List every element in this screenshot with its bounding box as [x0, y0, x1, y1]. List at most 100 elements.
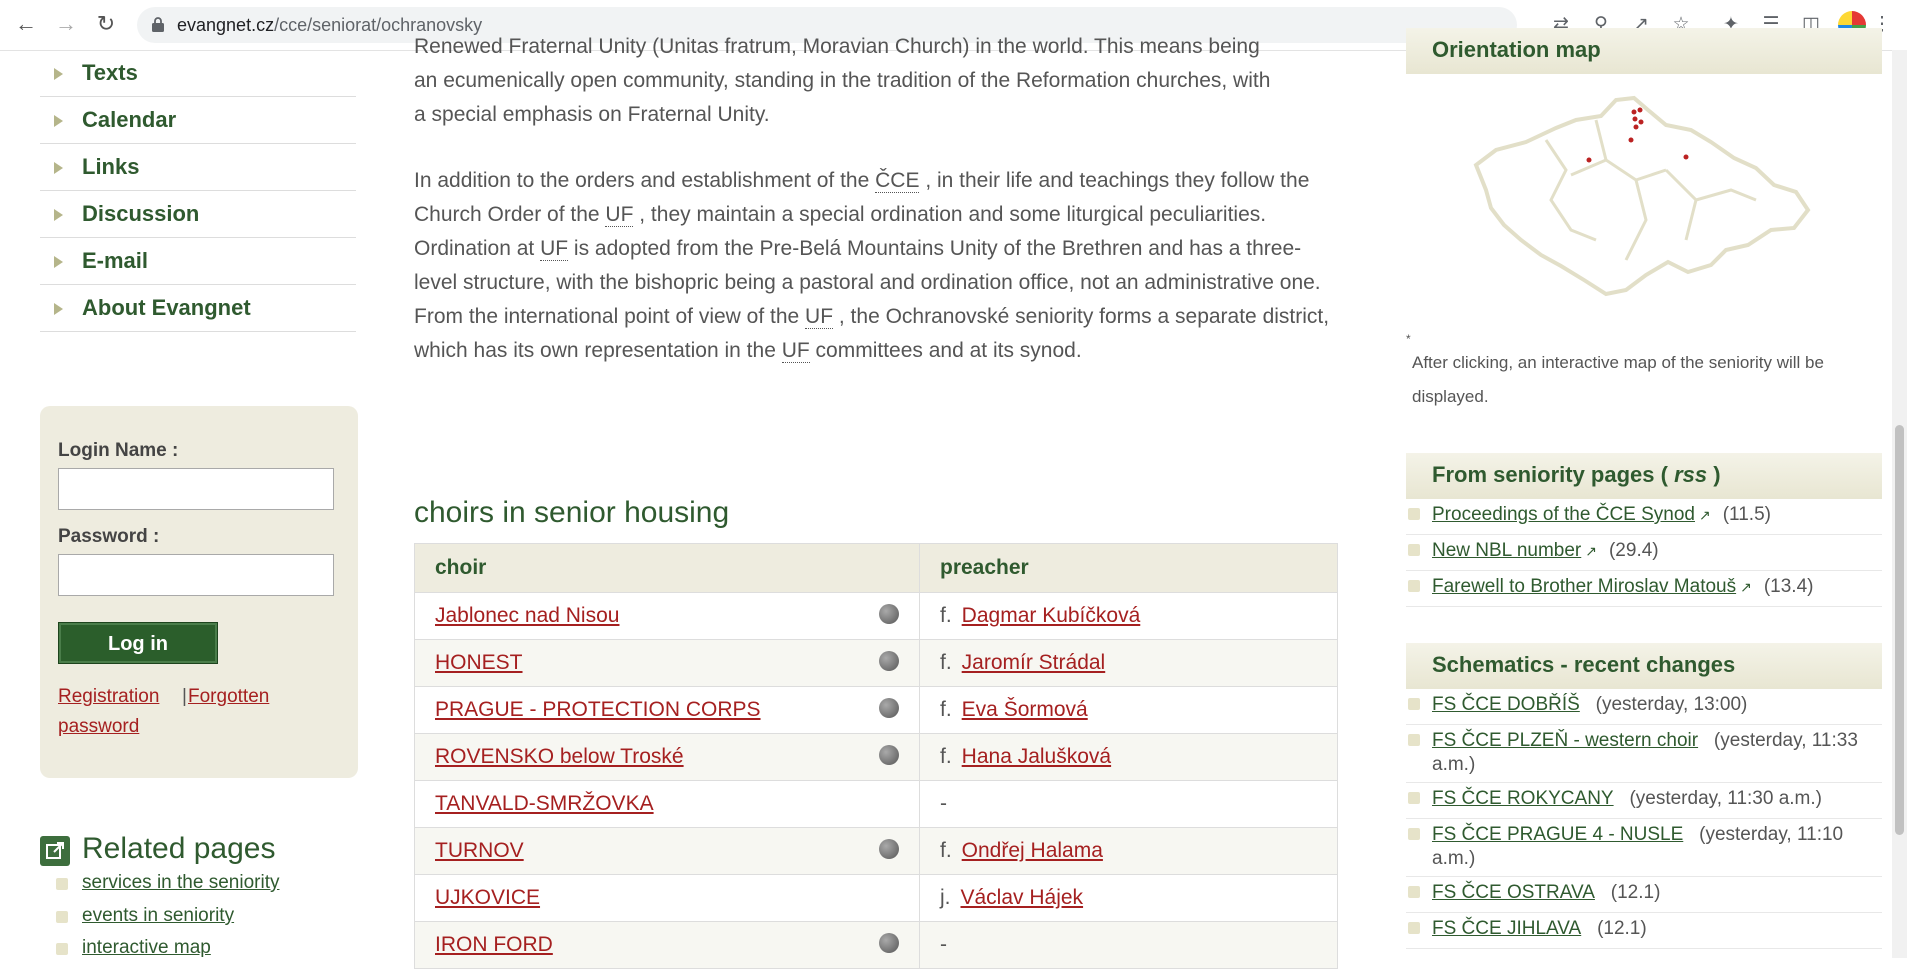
- preacher-link[interactable]: Václav Hájek: [961, 886, 1084, 909]
- abbr-cce: ČCE: [875, 169, 920, 193]
- schematics-header: Schematics - recent changes: [1406, 643, 1882, 689]
- choir-cell: PRAGUE - PROTECTION CORPS: [414, 686, 920, 734]
- link-separator: |: [182, 686, 187, 707]
- forgotten-password-link[interactable]: Forgotten: [188, 686, 269, 708]
- preacher-link[interactable]: Jaromír Strádal: [962, 651, 1106, 674]
- orientation-map[interactable]: [1456, 80, 1826, 300]
- choir-link[interactable]: Jablonec nad Nisou: [435, 604, 619, 627]
- password-label: Password :: [58, 526, 160, 547]
- ordination-paragraph: In addition to the orders and establishm…: [414, 169, 1330, 363]
- table-row: PRAGUE - PROTECTION CORPS f. Eva Šormová: [414, 686, 1338, 734]
- choir-link[interactable]: UJKOVICE: [435, 886, 540, 909]
- page-scrollbar[interactable]: [1892, 50, 1907, 958]
- square-bullet-icon: [1408, 828, 1420, 840]
- choir-cell: TURNOV: [414, 827, 920, 875]
- orientation-map-header: Orientation map: [1406, 28, 1882, 74]
- external-link-icon: ↗: [1699, 507, 1711, 523]
- globe-icon[interactable]: [879, 745, 899, 765]
- rss-link[interactable]: rss: [1674, 462, 1707, 487]
- abbr-uf: UF: [781, 339, 810, 363]
- reload-icon[interactable]: ↻: [92, 10, 120, 38]
- choir-cell: Jablonec nad Nisou: [414, 592, 920, 640]
- square-bullet-icon: [1408, 508, 1420, 520]
- password-input[interactable]: [58, 554, 334, 596]
- square-bullet-icon: [56, 878, 68, 890]
- choir-link[interactable]: PRAGUE - PROTECTION CORPS: [435, 698, 761, 721]
- table-row: TANVALD-SMRŽOVKA -: [414, 780, 1338, 828]
- list-item: FS ČCE ROKYCANY (yesterday, 11:30 a.m.): [1406, 784, 1882, 819]
- preacher-link[interactable]: Ondřej Halama: [962, 839, 1103, 862]
- abbr-uf: UF: [605, 203, 634, 227]
- choir-link[interactable]: ROVENSKO below Troské: [435, 745, 684, 768]
- sidebar-item-discussion[interactable]: Discussion: [40, 191, 356, 238]
- list-item: Farewell to Brother Miroslav Matouš ↗ (13.…: [1406, 572, 1882, 607]
- preacher-cell: f. Jaromír Strádal: [919, 639, 1338, 687]
- map-note: After clicking, an interactive map of th…: [1412, 353, 1824, 406]
- external-link-icon: [40, 836, 70, 866]
- abbr-uf: UF: [540, 237, 569, 261]
- choir-link[interactable]: TANVALD-SMRŽOVKA: [435, 792, 654, 815]
- table-row: TURNOV f. Ondřej Halama: [414, 827, 1338, 875]
- triangle-bullet-icon: [54, 115, 63, 127]
- globe-icon[interactable]: [879, 698, 899, 718]
- globe-icon[interactable]: [879, 839, 899, 859]
- triangle-bullet-icon: [54, 162, 63, 174]
- choir-cell: ROVENSKO below Troské: [414, 733, 920, 781]
- login-button[interactable]: Log in: [58, 622, 218, 664]
- square-bullet-icon: [1408, 698, 1420, 710]
- preacher-cell: f. Ondřej Halama: [919, 827, 1338, 875]
- forgotten-password-link-2[interactable]: password: [58, 716, 139, 738]
- square-bullet-icon: [56, 943, 68, 955]
- sidebar-item-texts[interactable]: Texts: [40, 50, 356, 97]
- abbr-uf: UF: [805, 305, 834, 329]
- back-arrow-icon[interactable]: ←: [12, 10, 40, 38]
- choir-link[interactable]: TURNOV: [435, 839, 524, 862]
- preacher-link[interactable]: Eva Šormová: [962, 698, 1088, 721]
- table-row: ROVENSKO below Troské f. Hana Jalušková: [414, 733, 1338, 781]
- related-pages-title: Related pages: [82, 832, 276, 865]
- sidebar-item-calendar[interactable]: Calendar: [40, 97, 356, 144]
- preacher-cell: -: [919, 780, 1338, 828]
- square-bullet-icon: [1408, 792, 1420, 804]
- triangle-bullet-icon: [54, 209, 63, 221]
- list-item: New NBL number ↗ (29.4): [1406, 536, 1882, 571]
- square-bullet-icon: [1408, 922, 1420, 934]
- scrollbar-thumb[interactable]: [1895, 425, 1904, 835]
- choir-link[interactable]: HONEST: [435, 651, 523, 674]
- square-bullet-icon: [1408, 886, 1420, 898]
- table-row: UJKOVICE j. Václav Hájek: [414, 874, 1338, 922]
- sidebar-item-links[interactable]: Links: [40, 144, 356, 191]
- choir-link[interactable]: IRON FORD: [435, 933, 553, 956]
- sidebar-item-email[interactable]: E-mail: [40, 238, 356, 285]
- preacher-cell: -: [919, 921, 1338, 969]
- preacher-link[interactable]: Hana Jalušková: [962, 745, 1111, 768]
- login-name-label: Login Name :: [58, 440, 179, 461]
- table-row: IRON FORD -: [414, 921, 1338, 969]
- globe-icon[interactable]: [879, 604, 899, 624]
- registration-link[interactable]: Registration: [58, 686, 159, 708]
- triangle-bullet-icon: [54, 68, 63, 80]
- choir-cell: HONEST: [414, 639, 920, 687]
- table-row: Jablonec nad Nisou f. Dagmar Kubíčková: [414, 592, 1338, 640]
- square-bullet-icon: [1408, 580, 1420, 592]
- external-link-icon: ↗: [1585, 543, 1597, 559]
- lock-icon: [152, 17, 164, 32]
- preacher-cell: f. Eva Šormová: [919, 686, 1338, 734]
- choirs-table: choir preacher Jablonec nad Nisou f. Dagm…: [414, 543, 1338, 969]
- list-item: FS ČCE PLZEŇ - western choir (yesterday,…: [1406, 726, 1882, 783]
- sidebar-item-about[interactable]: About Evangnet: [40, 285, 356, 332]
- table-row: HONEST f. Jaromír Strádal: [414, 639, 1338, 687]
- triangle-bullet-icon: [54, 303, 63, 315]
- globe-icon[interactable]: [879, 933, 899, 953]
- choir-cell: IRON FORD: [414, 921, 920, 969]
- map-note-star: *: [1406, 332, 1411, 346]
- list-item: FS ČCE PRAGUE 4 - NUSLE (yesterday, 11:1…: [1406, 820, 1882, 877]
- forward-arrow-icon[interactable]: →: [52, 10, 80, 38]
- external-link-icon: ↗: [1740, 579, 1752, 595]
- preacher-cell: f. Hana Jalušková: [919, 733, 1338, 781]
- globe-icon[interactable]: [879, 651, 899, 671]
- choirs-heading: choirs in senior housing: [414, 496, 730, 529]
- choir-cell: UJKOVICE: [414, 874, 920, 922]
- login-name-input[interactable]: [58, 468, 334, 510]
- preacher-link[interactable]: Dagmar Kubíčková: [962, 604, 1141, 627]
